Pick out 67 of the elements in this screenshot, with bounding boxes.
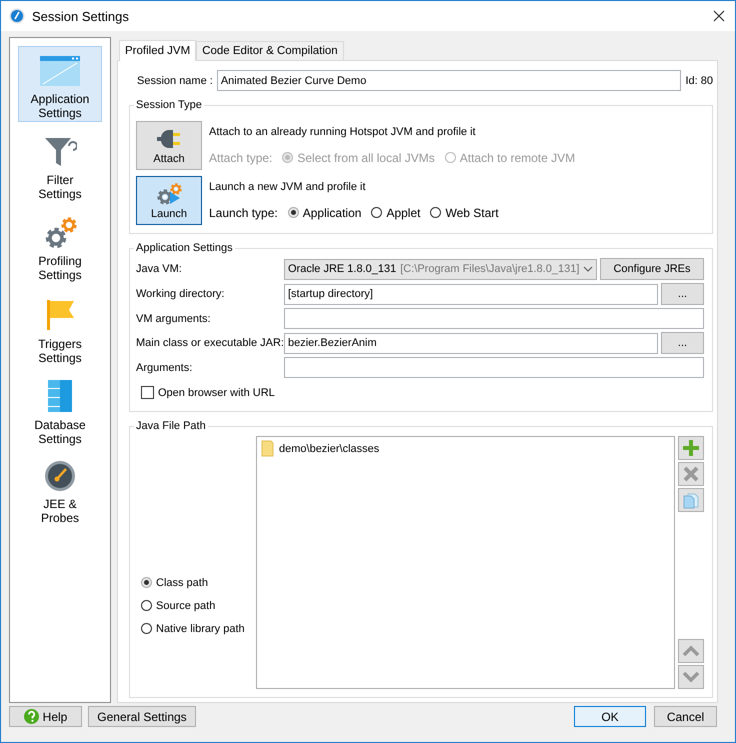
window-title: Session Settings: [32, 8, 129, 24]
field-label: Arguments:: [136, 362, 194, 374]
copy-button[interactable]: [678, 488, 704, 512]
radio-button[interactable]: Web Start: [430, 204, 499, 220]
remove-icon: [682, 465, 700, 483]
gears-icon: [156, 183, 182, 205]
sidebar-item[interactable]: Filter Settings: [18, 127, 102, 203]
input-field[interactable]: [startup directory]: [284, 284, 658, 304]
funnel-icon: [43, 136, 77, 168]
radio-button[interactable]: Source path: [141, 598, 253, 614]
path-entry[interactable]: demo\bezier\classes: [279, 442, 380, 454]
field-label: Main class or executable JAR:: [136, 337, 284, 349]
add-button[interactable]: [678, 436, 704, 460]
group-title: Java File Path: [135, 420, 207, 432]
checkbox[interactable]: Open browser with URL: [141, 386, 275, 399]
close-icon[interactable]: [713, 10, 725, 22]
folder-icon: [261, 440, 274, 457]
browse-button[interactable]: ...: [661, 283, 704, 305]
session-name-field[interactable]: Animated Bezier Curve Demo: [216, 70, 682, 91]
help-button[interactable]: Help: [9, 706, 82, 727]
mode-description: Attach to an already running Hotspot JVM and profile it: [209, 126, 477, 138]
browse-button[interactable]: ...: [661, 332, 704, 354]
cancel-button[interactable]: Cancel: [654, 706, 717, 727]
ok-button[interactable]: OK: [574, 706, 646, 727]
sidebar-item[interactable]: Application Settings: [18, 46, 102, 122]
field-label: Attach type:: [209, 150, 272, 164]
field-label: Working directory:: [136, 288, 226, 300]
mode-description: Launch a new JVM and profile it: [209, 180, 367, 192]
tab[interactable]: Profiled JVM: [119, 40, 196, 61]
sidebar-item[interactable]: Triggers Settings: [18, 289, 102, 365]
remove-button[interactable]: [678, 462, 704, 486]
sidebar-item[interactable]: Database Settings: [18, 370, 102, 446]
field-label: VM arguments:: [136, 312, 212, 324]
session-id: Id: 80: [685, 74, 713, 86]
gears-icon: [43, 217, 77, 249]
path-list[interactable]: demo\bezier\classes: [256, 436, 675, 689]
help-icon: [24, 709, 39, 724]
mode-button[interactable]: Launch: [136, 176, 202, 225]
app-icon: [9, 8, 25, 24]
database-icon: [46, 379, 74, 413]
input-field[interactable]: [284, 357, 704, 378]
sidebar-item[interactable]: JEE & Probes: [18, 451, 102, 527]
chevron-down-icon: [583, 265, 593, 273]
field-label: Session name :: [137, 74, 213, 86]
input-field[interactable]: bezier.BezierAnim: [284, 332, 658, 354]
general-settings-button[interactable]: General Settings: [88, 706, 196, 727]
radio-button[interactable]: Application: [288, 204, 362, 220]
field-label: Launch type:: [209, 206, 278, 220]
field-label: Java VM:: [136, 263, 183, 275]
move-up-button[interactable]: [678, 639, 704, 663]
copy-icon: [682, 491, 700, 509]
sidebar-item[interactable]: Profiling Settings: [18, 208, 102, 284]
group-title: Session Type: [135, 99, 203, 111]
radio-button[interactable]: Applet: [371, 204, 420, 220]
tab[interactable]: Code Editor & Compilation: [196, 41, 344, 60]
flag-icon: [44, 298, 76, 332]
configure-button[interactable]: Configure JREs: [600, 258, 704, 280]
add-icon: [682, 439, 700, 457]
plug-icon: [157, 128, 181, 150]
input-field[interactable]: [284, 308, 704, 329]
group-title: Application Settings: [135, 242, 234, 254]
window-icon: [39, 55, 81, 87]
radio-button[interactable]: Class path: [141, 574, 253, 590]
radio-button[interactable]: Native library path: [141, 620, 253, 636]
gauge-icon: [44, 460, 76, 492]
move-down-button[interactable]: [678, 665, 704, 689]
java-vm-dropdown[interactable]: Oracle JRE 1.8.0_131 [C:\Program Files\Java\jre1.8.0_131]: [284, 258, 597, 280]
